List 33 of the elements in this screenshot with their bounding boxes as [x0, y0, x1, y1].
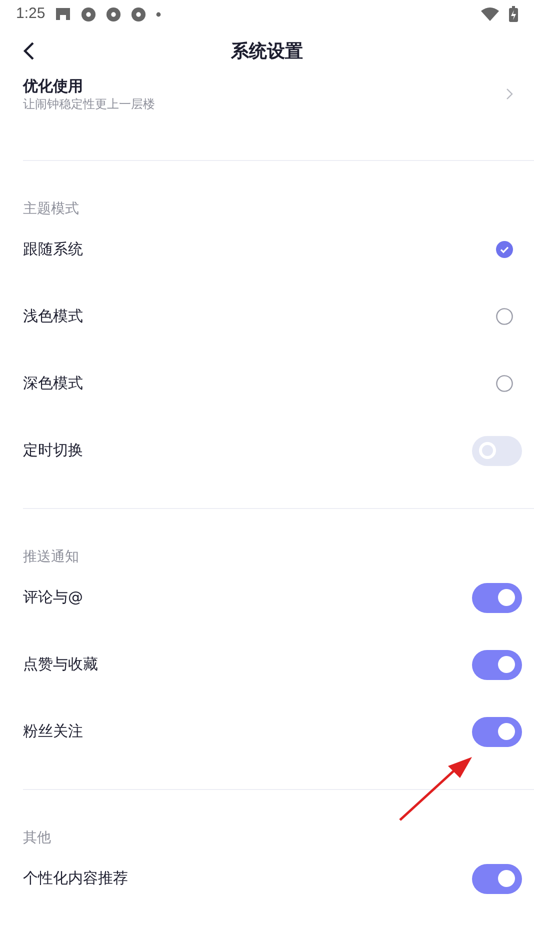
- toggle-switch[interactable]: [472, 582, 522, 612]
- section-header: 主题模式: [23, 201, 79, 217]
- back-icon[interactable]: [23, 41, 35, 61]
- section-header: 其他: [23, 830, 51, 846]
- aperture-icon: [81, 6, 96, 22]
- page-title: 系统设置: [231, 40, 303, 64]
- setting-label: 深色模式: [23, 373, 84, 394]
- toggle-switch[interactable]: [472, 716, 522, 746]
- setting-label: 定时切换: [23, 440, 84, 462]
- row-title: 优化使用: [23, 76, 84, 96]
- radio-button[interactable]: [496, 375, 513, 392]
- radio-button[interactable]: [496, 308, 513, 325]
- setting-label: 评论与@: [23, 587, 84, 608]
- radio-checked-icon[interactable]: [496, 241, 513, 258]
- chevron-right-icon: [506, 88, 513, 100]
- dot-icon: [156, 12, 162, 16]
- optimize-row[interactable]: 优化使用 让闹钟稳定性更上一层楼: [0, 74, 534, 114]
- aperture-icon: [131, 6, 146, 22]
- setting-label: 个性化内容推荐: [23, 868, 129, 890]
- row-subtitle: 让闹钟稳定性更上一层楼: [23, 96, 156, 112]
- app-notification-icon: [55, 6, 72, 22]
- setting-label: 浅色模式: [23, 306, 84, 328]
- section-header: 推送通知: [23, 549, 79, 565]
- setting-label: 跟随系统: [23, 239, 84, 260]
- status-time: 1:25: [16, 4, 46, 24]
- aperture-icon: [106, 6, 122, 22]
- toggle-switch[interactable]: [472, 864, 522, 894]
- setting-label: 粉丝关注: [23, 721, 84, 742]
- wifi-icon: [481, 7, 499, 21]
- toggle-switch[interactable]: [472, 650, 522, 680]
- setting-label: 点赞与收藏: [23, 654, 99, 676]
- toggle-switch[interactable]: [472, 436, 522, 466]
- battery-icon: [509, 6, 518, 22]
